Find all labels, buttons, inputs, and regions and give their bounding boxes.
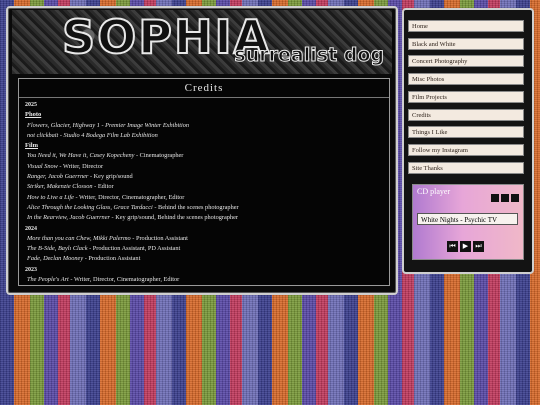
credits-year: 2025 — [25, 102, 37, 108]
credit-item: not clickbait - Studio 4 Bodega Film Lab… — [25, 131, 383, 141]
cd-player-title: CD player — [417, 187, 451, 196]
credit-item: Alice Through the Looking Glass, Grace T… — [25, 203, 383, 213]
credit-role: - Writer, Director — [57, 162, 104, 170]
credit-title: Alice Through the Looking Glass, Grace T… — [27, 203, 153, 211]
credits-year: 2024 — [25, 225, 37, 232]
credit-title: Striker, Makenzie Closson — [27, 183, 93, 191]
credits-box: Credits 2025 Photo Flowers, Glacier, Highw… — [18, 78, 390, 286]
credit-item: Flowers, Glacier, Highway 1 - Premier Im… — [25, 121, 383, 131]
nav-item-concert-photography[interactable]: Concert Photography — [408, 55, 524, 68]
nav-item-black-and-white[interactable]: Black and White — [408, 37, 524, 50]
credit-title: not clickbait - Studio 4 Bodega Film Lab… — [27, 131, 158, 139]
close-icon[interactable] — [511, 194, 519, 202]
credits-section: Film — [25, 142, 38, 150]
site-banner: SOPHIA surrealist dog — [12, 10, 392, 74]
credits-heading: Credits — [19, 79, 389, 98]
credit-item: The People's Art - Writer, Director, Cin… — [25, 275, 383, 285]
credit-item: In the Rearview, Jacob Guerrner - Key gr… — [25, 213, 383, 223]
maximize-icon[interactable] — [501, 194, 509, 202]
main-panel: SOPHIA surrealist dog Credits 2025 Photo F… — [6, 6, 398, 295]
previous-icon[interactable]: ⏮ — [447, 241, 458, 252]
credit-role: - Cinematographer — [134, 152, 184, 160]
credit-item: You Need it, We Have it, Casey Kopecheny… — [25, 151, 383, 161]
credit-title: Visual Snow — [27, 162, 58, 170]
nav-item-home[interactable]: Home — [408, 20, 524, 32]
credit-role: - Production Assistant, PD Assistant — [87, 245, 181, 253]
play-icon[interactable]: ▶ — [460, 241, 471, 252]
nav-item-things-i-like[interactable]: Things I Like — [408, 126, 524, 139]
credits-year: 2023 — [25, 266, 37, 273]
credit-title: The People's Art — [27, 276, 69, 284]
minimize-icon[interactable] — [491, 194, 499, 202]
credit-item: Striker, Makenzie Closson - Editor — [25, 182, 383, 192]
next-icon[interactable]: ⏭ — [473, 241, 484, 252]
credit-item: Fade, Declan Mooney - Production Assista… — [25, 254, 383, 264]
nav-item-film-projects[interactable]: Film Projects — [408, 90, 524, 103]
nav-item-misc-photos[interactable]: Misc Photos — [408, 73, 524, 86]
credit-role: - Production Assistant — [130, 234, 188, 242]
nav-item-follow-my-instagram[interactable]: Follow my Instagram — [408, 143, 524, 156]
nav-item-credits[interactable]: Credits — [408, 108, 524, 121]
credit-item: More than you can Chew, Mikki Palermo - … — [25, 234, 383, 244]
credit-title: The B-Side, Baylı Clack — [27, 245, 88, 253]
credits-section: Photo — [25, 111, 42, 119]
credit-item: How to Live a Life - Writer, Director, C… — [25, 193, 383, 203]
credit-role: - Behind the scenes photographer — [152, 203, 239, 211]
credit-role: - Writer, Director, Cinematographer, Edi… — [68, 276, 180, 284]
credit-item: The B-Side, Baylı Clack - Production Ass… — [25, 244, 383, 254]
credit-role: - Key grip/sound — [88, 173, 133, 181]
credit-title: In the Rearview, Jacob Guerrner — [27, 214, 110, 222]
sidebar: Home Black and White Concert Photography Mi… — [402, 8, 534, 274]
credit-role: - Production Assistant — [83, 255, 141, 263]
credits-list[interactable]: 2025 Photo Flowers, Glacier, Highway 1 - P… — [19, 98, 389, 287]
credit-title: Fade, Declan Mooney — [27, 255, 84, 263]
credit-item: Ranger, Jacob Guerrner - Key grip/sound — [25, 172, 383, 182]
cd-player: CD player White Nights - Psychic TV ⏮ ▶ ⏭ — [412, 184, 524, 260]
credit-role: - Writer, Director, Cinematographer, Edi… — [73, 193, 185, 201]
banner-subtitle: surrealist dog — [234, 44, 385, 67]
credit-role: - Editor — [92, 183, 114, 191]
credit-title: More than you can Chew, Mikki Palermo — [27, 234, 131, 242]
credit-title: Ranger, Jacob Guerrner — [27, 173, 89, 181]
window-buttons — [489, 189, 519, 207]
credit-title: You Need it, We Have it, Casey Kopecheny — [27, 152, 135, 160]
track-display: White Nights - Psychic TV — [417, 213, 518, 225]
credit-role: - Key grip/sound, Behind the scenes phot… — [109, 214, 238, 222]
credit-title: How to Live a Life — [27, 193, 74, 201]
playback-controls: ⏮ ▶ ⏭ — [447, 235, 486, 253]
nav-item-site-thanks[interactable]: Site Thanks — [408, 161, 524, 174]
credit-title: Flowers, Glacier, Highway 1 - Premier Im… — [27, 121, 190, 129]
credit-item: Visual Snow - Writer, Director — [25, 162, 383, 172]
